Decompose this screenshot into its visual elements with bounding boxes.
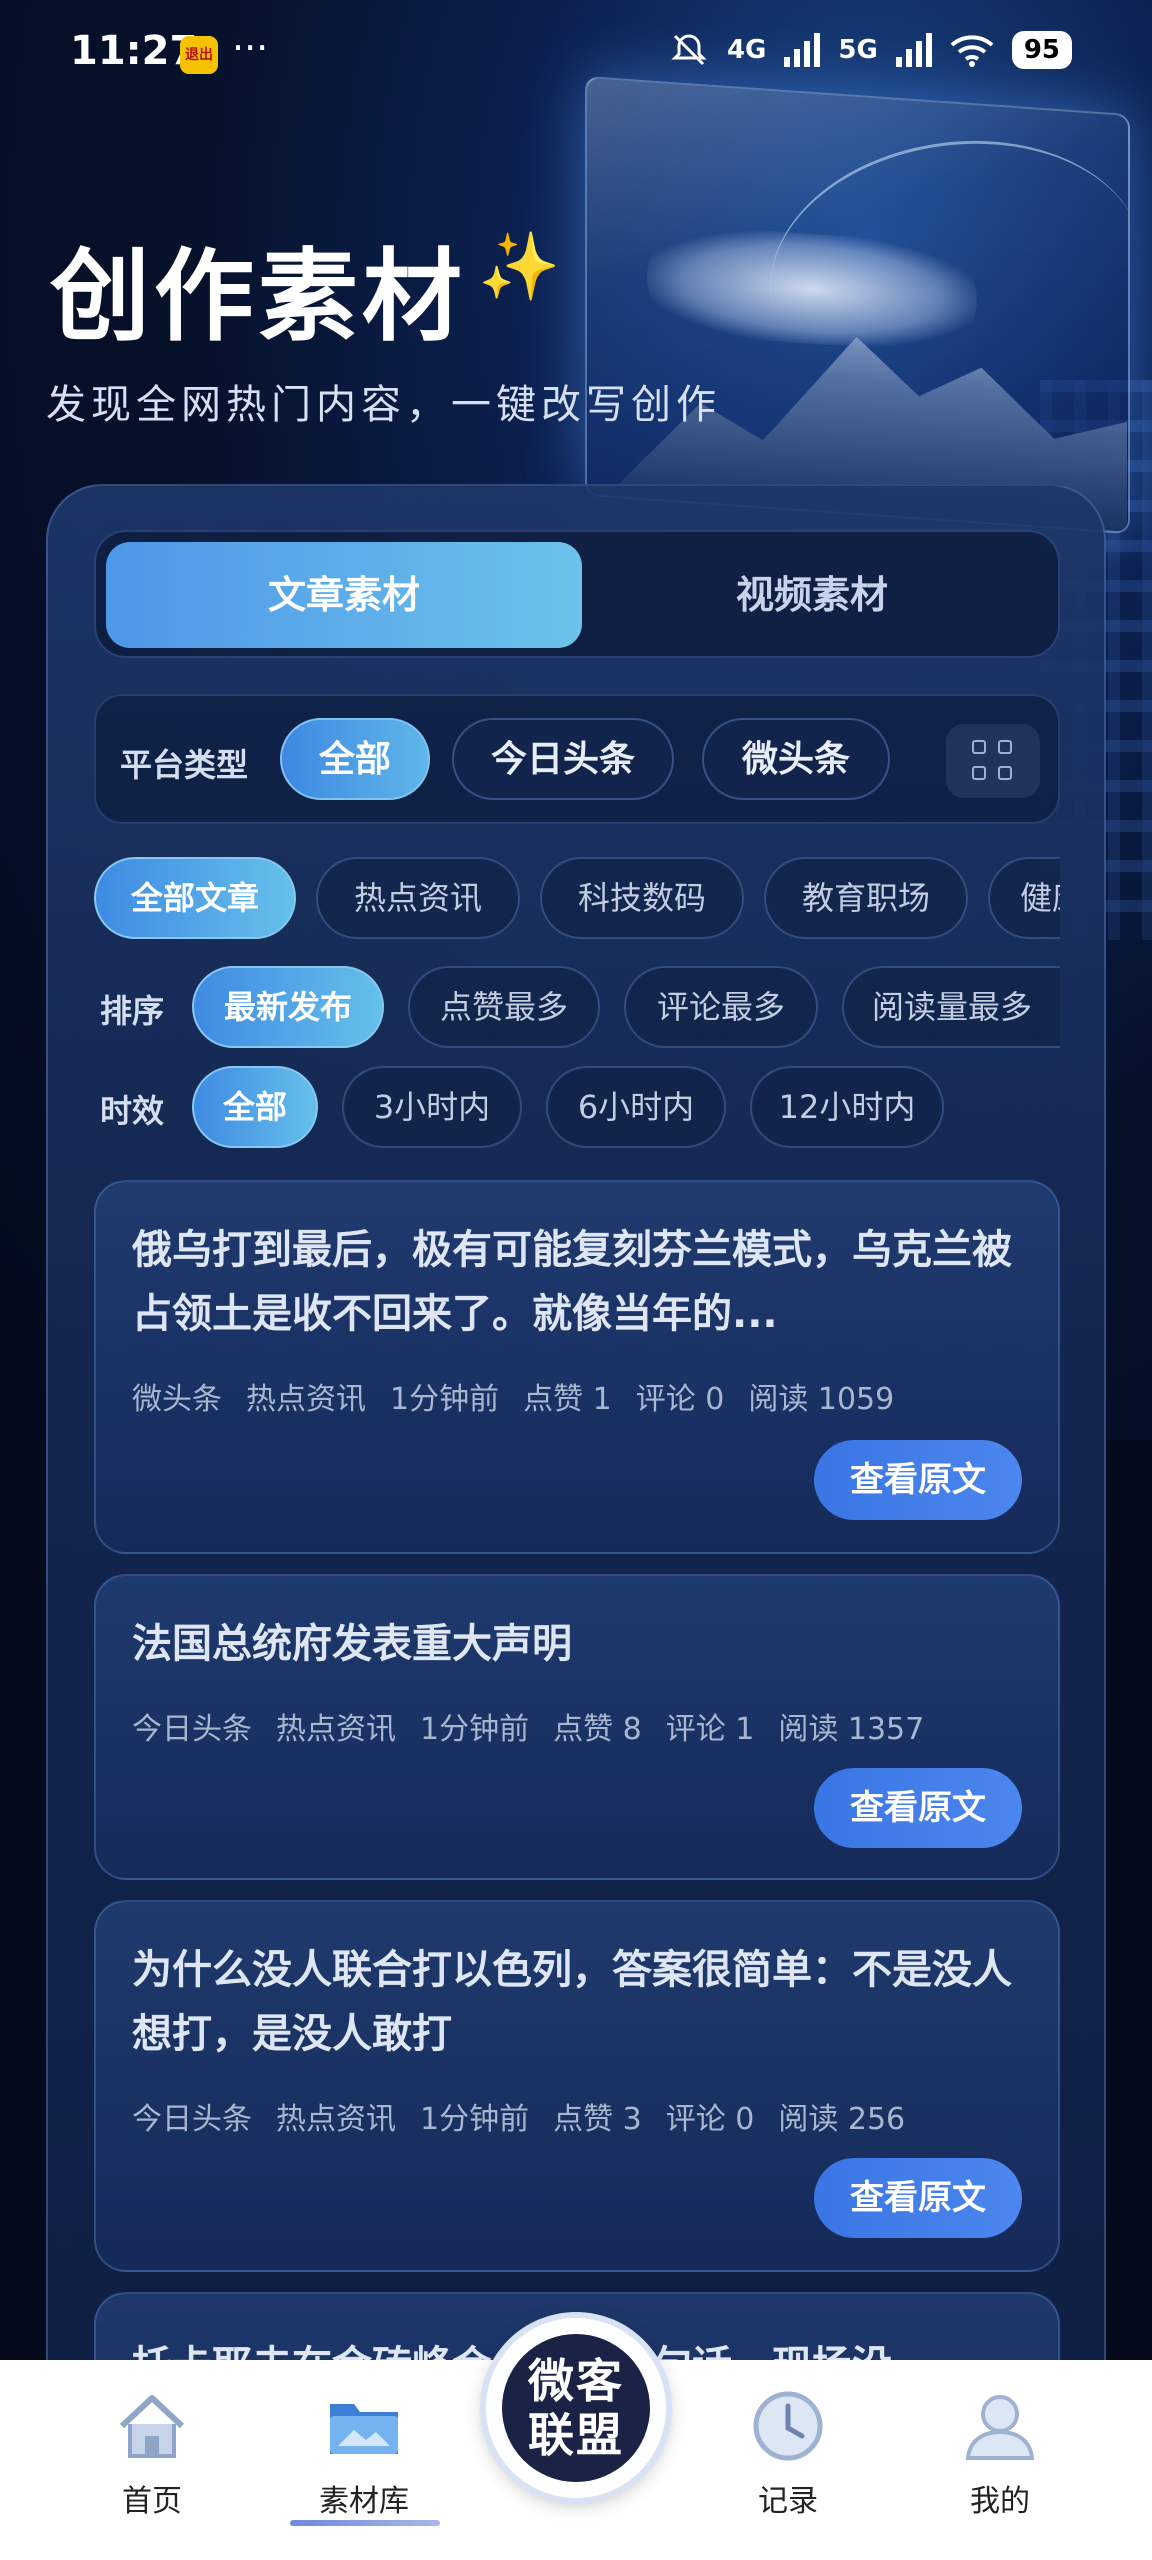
nav-profile-label: 我的 (970, 2484, 1030, 2519)
material-tabs: 文章素材 视频素材 (94, 530, 1060, 658)
view-original-button[interactable]: 查看原文 (814, 1768, 1022, 1848)
status-indicators: 4G 5G 95 (669, 30, 1072, 70)
brand-logo-line1: 微客 (528, 2354, 624, 2408)
sort-label: 排序 (100, 992, 165, 1030)
page-subtitle: 发现全网热门内容，一键改写创作 (46, 382, 721, 428)
sort-most-comments[interactable]: 评论最多 (624, 966, 818, 1048)
wifi-icon (950, 35, 994, 67)
more-notifications-icon: ··· (232, 26, 269, 70)
article-card[interactable]: 法国总统府发表重大声明 今日头条 热点资讯 1分钟前 点赞 8 评论 1 阅读 1357 … (94, 1574, 1060, 1880)
platform-filter-label: 平台类型 (120, 746, 249, 784)
grid-icon-cell (998, 766, 1012, 780)
sparkle-icon: ✨ (478, 228, 561, 305)
hero-illustration (585, 75, 1130, 535)
article-likes: 点赞 1 (523, 1382, 612, 1417)
category-hot-news[interactable]: 热点资讯 (316, 857, 520, 939)
nav-home-label: 首页 (122, 2484, 182, 2519)
mute-icon (671, 34, 707, 66)
nav-profile[interactable]: 我的 (920, 2386, 1080, 2520)
article-likes: 点赞 3 (553, 2102, 642, 2137)
article-meta: 今日头条 热点资讯 1分钟前 点赞 3 评论 0 阅读 256 (132, 2094, 929, 2138)
article-reads: 阅读 256 (778, 2102, 906, 2137)
article-reads: 阅读 1059 (748, 1382, 895, 1417)
nav-records[interactable]: 记录 (708, 2386, 868, 2520)
article-comments: 评论 0 (635, 1382, 725, 1417)
nav-records-label: 记录 (758, 2484, 818, 2519)
home-icon (112, 2386, 192, 2466)
tab-video-material[interactable]: 视频素材 (574, 542, 1050, 648)
category-education[interactable]: 教育职场 (764, 857, 968, 939)
article-card[interactable]: 为什么没人联合打以色列，答案很简单：不是没人想打，是没人敢打 今日头条 热点资讯 1… (94, 1900, 1060, 2272)
grid-icon (972, 740, 986, 754)
platform-chip-weitoutiao[interactable]: 微头条 (702, 718, 890, 800)
nav-active-indicator (290, 2520, 440, 2526)
article-title: 俄乌打到最后，极有可能复刻芬兰模式，乌克兰被占领土是收不回来了。就像当年的... (132, 1227, 1012, 1337)
category-all-articles[interactable]: 全部文章 (94, 857, 296, 939)
article-comments: 评论 0 (665, 2102, 755, 2137)
timeframe-label: 时效 (100, 1092, 165, 1130)
article-likes: 点赞 8 (553, 1712, 642, 1747)
page-title: 创作素材 (50, 238, 466, 355)
platform-chip-toutiao[interactable]: 今日头条 (452, 718, 674, 800)
timeframe-3h[interactable]: 3小时内 (342, 1066, 522, 1148)
center-brand-button[interactable]: 微客 联盟 (486, 2318, 666, 2498)
article-platform: 微头条 (132, 1382, 222, 1417)
category-health[interactable]: 健康 (988, 857, 1060, 939)
nav-library[interactable]: 素材库 (284, 2386, 444, 2520)
battery-indicator: 95 (1011, 31, 1072, 69)
status-bar: 11:27 退出 ··· 4G 5G 95 (0, 0, 1152, 110)
status-time: 11:27 (70, 28, 198, 74)
grid-view-button[interactable] (946, 724, 1040, 798)
category-tech[interactable]: 科技数码 (540, 857, 744, 939)
app-notification-icon: 退出 (180, 36, 218, 74)
sort-most-likes[interactable]: 点赞最多 (408, 966, 600, 1048)
user-icon (960, 2386, 1040, 2466)
brand-logo: 微客 联盟 (502, 2334, 650, 2482)
article-title: 法国总统府发表重大声明 (132, 1621, 572, 1667)
article-meta: 今日头条 热点资讯 1分钟前 点赞 8 评论 1 阅读 1357 (132, 1704, 948, 1748)
article-platform: 今日头条 (132, 1712, 252, 1747)
article-reads: 阅读 1357 (778, 1712, 925, 1747)
article-category: 热点资讯 (246, 1382, 366, 1417)
timeframe-all[interactable]: 全部 (192, 1066, 318, 1148)
article-meta: 微头条 热点资讯 1分钟前 点赞 1 评论 0 阅读 1059 (132, 1374, 918, 1418)
article-time: 1分钟前 (420, 2102, 530, 2137)
timeframe-6h[interactable]: 6小时内 (546, 1066, 726, 1148)
sort-most-reads[interactable]: 阅读量最多 (842, 966, 1060, 1048)
view-original-button[interactable]: 查看原文 (814, 1440, 1022, 1520)
view-original-button[interactable]: 查看原文 (814, 2158, 1022, 2238)
nav-library-label: 素材库 (319, 2484, 409, 2519)
article-title: 为什么没人联合打以色列，答案很简单：不是没人想打，是没人敢打 (132, 1947, 1012, 2057)
grid-icon-cell (972, 766, 986, 780)
brand-logo-line2: 联盟 (528, 2408, 624, 2462)
nav-home[interactable]: 首页 (72, 2386, 232, 2520)
article-card[interactable]: 俄乌打到最后，极有可能复刻芬兰模式，乌克兰被占领土是收不回来了。就像当年的...… (94, 1180, 1060, 1554)
signal-bars-icon (784, 33, 821, 67)
grid-icon-cell (998, 740, 1012, 754)
signal-4g-icon: 4G (726, 35, 767, 65)
article-time: 1分钟前 (390, 1382, 500, 1417)
article-platform: 今日头条 (132, 2102, 252, 2137)
article-category: 热点资讯 (276, 2102, 396, 2137)
platform-filter: 平台类型 全部 今日头条 微头条 (94, 694, 1060, 824)
article-category: 热点资讯 (276, 1712, 396, 1747)
hero-cloud (647, 222, 977, 356)
signal-bars-5g-icon (895, 33, 932, 67)
timeframe-12h[interactable]: 12小时内 (750, 1066, 944, 1148)
article-comments: 评论 1 (665, 1712, 755, 1747)
folder-icon (324, 2386, 404, 2466)
sort-newest[interactable]: 最新发布 (192, 966, 384, 1048)
article-time: 1分钟前 (420, 1712, 530, 1747)
tab-article-material[interactable]: 文章素材 (106, 542, 582, 648)
signal-5g-icon: 5G (838, 35, 878, 65)
clock-icon (748, 2386, 828, 2466)
platform-chip-all[interactable]: 全部 (280, 718, 430, 800)
